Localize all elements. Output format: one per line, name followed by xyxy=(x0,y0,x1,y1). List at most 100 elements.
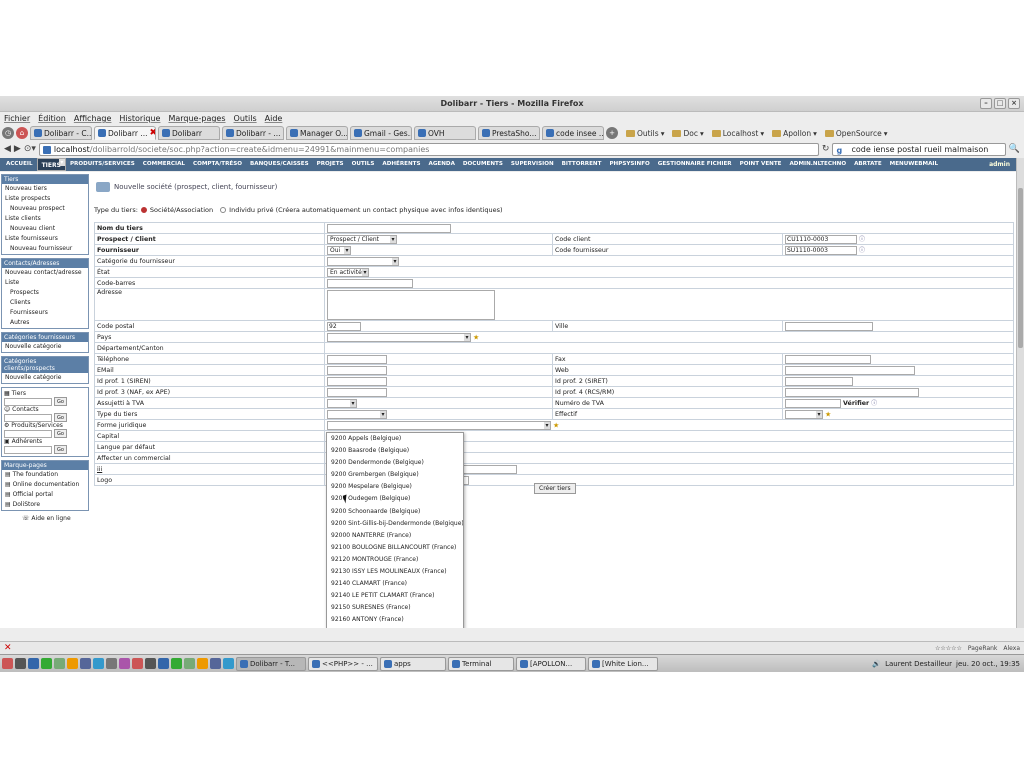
postal-suggestion-9[interactable]: 92100 BOULOGNE BILLANCOURT (France) xyxy=(327,542,463,554)
contacts-menu-head[interactable]: Contacts/Adresses xyxy=(2,259,88,268)
close-window-button[interactable]: × xyxy=(1008,98,1020,109)
tiers-item-3[interactable]: Liste clients xyxy=(2,214,88,224)
forme-select[interactable] xyxy=(327,420,551,430)
web-input[interactable] xyxy=(785,365,915,375)
topmenu-item-0[interactable]: ACCUEIL xyxy=(2,158,37,171)
postal-suggestion-0[interactable]: 9200 Appels (Belgique) xyxy=(327,433,463,445)
tel-input[interactable] xyxy=(327,354,387,364)
aide-en-ligne-link[interactable]: ☏ Aide en ligne xyxy=(0,515,90,522)
prof4-input[interactable] xyxy=(785,387,919,397)
tiers-item-5[interactable]: Liste fournisseurs xyxy=(2,234,88,244)
launcher-app-icon[interactable] xyxy=(210,658,221,669)
browser-tab-2[interactable]: Dolibarr xyxy=(158,126,220,140)
browser-tab-7[interactable]: PrestaSho... xyxy=(478,126,540,140)
launcher-app-icon[interactable] xyxy=(80,658,91,669)
search-contacts-input[interactable] xyxy=(4,413,52,422)
history-dropdown-icon[interactable]: ⊙▾ xyxy=(24,144,36,154)
cat-fourn-select[interactable] xyxy=(327,256,399,266)
search-tiers-input[interactable] xyxy=(4,397,52,406)
launcher-app-icon[interactable] xyxy=(54,658,65,669)
barcode-input[interactable] xyxy=(327,278,413,288)
topmenu-item-3[interactable]: COMMERCIAL xyxy=(139,158,189,171)
contacts-item-4[interactable]: Fournisseurs xyxy=(2,308,88,318)
code-client-input[interactable]: CU1110-0003 xyxy=(785,234,857,244)
menu-5[interactable]: Outils xyxy=(234,113,257,125)
postal-suggestion-6[interactable]: 9200 Schoonaarde (Belgique) xyxy=(327,506,463,518)
topmenu-item-17[interactable]: ABRTATE xyxy=(850,158,886,171)
bookmark-item-0[interactable]: ▤ The foundation xyxy=(2,470,88,480)
bookmark-folder-0[interactable]: Outils ▾ xyxy=(626,129,664,138)
postal-suggestion-3[interactable]: 9200 Grembergen (Belgique) xyxy=(327,469,463,481)
taskbar-task-5[interactable]: [White Lion... xyxy=(588,656,658,671)
history-icon[interactable]: ◷ xyxy=(2,127,14,139)
topmenu-item-13[interactable]: PHPSYSINFO xyxy=(605,158,653,171)
browser-tab-4[interactable]: Manager O... xyxy=(286,126,348,140)
launcher-app-icon[interactable] xyxy=(119,658,130,669)
catcli-menu-head[interactable]: Catégories clients/prospects xyxy=(2,357,88,373)
launcher-app-icon[interactable] xyxy=(132,658,143,669)
launcher-app-icon[interactable] xyxy=(223,658,234,669)
launcher-app-icon[interactable] xyxy=(67,658,78,669)
tiers-item-1[interactable]: Liste prospects xyxy=(2,194,88,204)
postal-suggestion-8[interactable]: 92000 NANTERRE (France) xyxy=(327,530,463,542)
catfourn-item-0[interactable]: Nouvelle catégorie xyxy=(2,342,88,352)
postal-suggestion-16[interactable]: 92170 VANVES (France) xyxy=(327,627,463,629)
tiers-item-2[interactable]: Nouveau prospect xyxy=(2,204,88,214)
browser-tab-0[interactable]: Dolibarr - C... xyxy=(30,126,92,140)
prospect-select[interactable]: Prospect / Client xyxy=(327,234,397,244)
topmenu-item-15[interactable]: POINT VENTE xyxy=(736,158,786,171)
scrollbar-thumb[interactable] xyxy=(1018,188,1023,348)
search-input[interactable]: g code iense postal rueil malmaison xyxy=(832,142,1006,156)
topmenu-item-6[interactable]: PROJETS xyxy=(313,158,348,171)
launcher-app-icon[interactable] xyxy=(171,658,182,669)
effectif-select[interactable] xyxy=(785,409,823,419)
postal-suggestion-15[interactable]: 92160 ANTONY (France) xyxy=(327,614,463,626)
code-fournisseur-input[interactable]: SU1110-0003 xyxy=(785,245,857,255)
pays-star-icon[interactable]: ★ xyxy=(473,333,479,341)
forward-arrow-icon[interactable]: ▶ xyxy=(14,144,21,154)
session-user[interactable]: Laurent Destailleur xyxy=(885,660,952,668)
postal-suggestion-13[interactable]: 92140 LE PETIT CLAMART (France) xyxy=(327,590,463,602)
search-produits-input[interactable] xyxy=(4,429,52,438)
postal-suggestion-11[interactable]: 92130 ISSY LES MOULINEAUX (France) xyxy=(327,566,463,578)
new-tab-icon[interactable]: + xyxy=(606,127,618,139)
tva-select[interactable] xyxy=(327,398,357,408)
topmenu-item-12[interactable]: BITTORRENT xyxy=(558,158,606,171)
topmenu-item-16[interactable]: ADMIN.NLTECHNO xyxy=(785,158,850,171)
type-tiers-select[interactable] xyxy=(327,409,387,419)
maximize-button[interactable]: □ xyxy=(994,98,1006,109)
launcher-app-icon[interactable] xyxy=(145,658,156,669)
bookmark-folder-1[interactable]: Doc ▾ xyxy=(672,129,704,138)
browser-tab-6[interactable]: OVH xyxy=(414,126,476,140)
page-scrollbar[interactable] xyxy=(1016,158,1024,628)
fournisseur-select[interactable]: Oui xyxy=(327,245,351,255)
launcher-app-icon[interactable] xyxy=(197,658,208,669)
browser-tab-3[interactable]: Dolibarr - ... xyxy=(222,126,284,140)
launcher-app-icon[interactable] xyxy=(41,658,52,669)
postal-suggestion-14[interactable]: 92150 SURESNES (France) xyxy=(327,602,463,614)
forme-star-icon[interactable]: ★ xyxy=(553,421,559,429)
taskbar-task-0[interactable]: Dolibarr - T... xyxy=(236,656,306,671)
taskbar-task-1[interactable]: <<PHP>> - ... xyxy=(308,656,378,671)
bookmark-item-2[interactable]: ▤ Official portal xyxy=(2,490,88,500)
bookmark-item-1[interactable]: ▤ Online documentation xyxy=(2,480,88,490)
topmenu-item-8[interactable]: ADHÉRENTS xyxy=(378,158,424,171)
bookmark-folder-3[interactable]: Apollon ▾ xyxy=(772,129,817,138)
creer-tiers-button[interactable]: Créer tiers xyxy=(534,483,576,494)
email-input[interactable] xyxy=(327,365,387,375)
catcli-item-0[interactable]: Nouvelle catégorie xyxy=(2,373,88,383)
menu-6[interactable]: Aide xyxy=(265,113,283,125)
search-contacts-go[interactable]: Go xyxy=(54,413,67,422)
launcher-app-icon[interactable] xyxy=(93,658,104,669)
postal-suggestion-4[interactable]: 9200 Mespelare (Belgique) xyxy=(327,481,463,493)
bookmark-item-3[interactable]: ▤ DoliStore xyxy=(2,500,88,510)
launcher-app-icon[interactable] xyxy=(184,658,195,669)
url-input[interactable]: localhost/dolibarrold/societe/soc.php?ac… xyxy=(38,142,819,156)
browser-tab-8[interactable]: code insee ... xyxy=(542,126,604,140)
search-produits-go[interactable]: Go xyxy=(54,429,67,438)
contacts-item-1[interactable]: Liste xyxy=(2,278,88,288)
bookmark-folder-4[interactable]: OpenSource ▾ xyxy=(824,129,887,138)
back-arrow-icon[interactable]: ◀ xyxy=(4,144,11,154)
radio-societe[interactable] xyxy=(140,207,147,213)
topmenu-item-1[interactable]: TIERS xyxy=(36,158,66,171)
